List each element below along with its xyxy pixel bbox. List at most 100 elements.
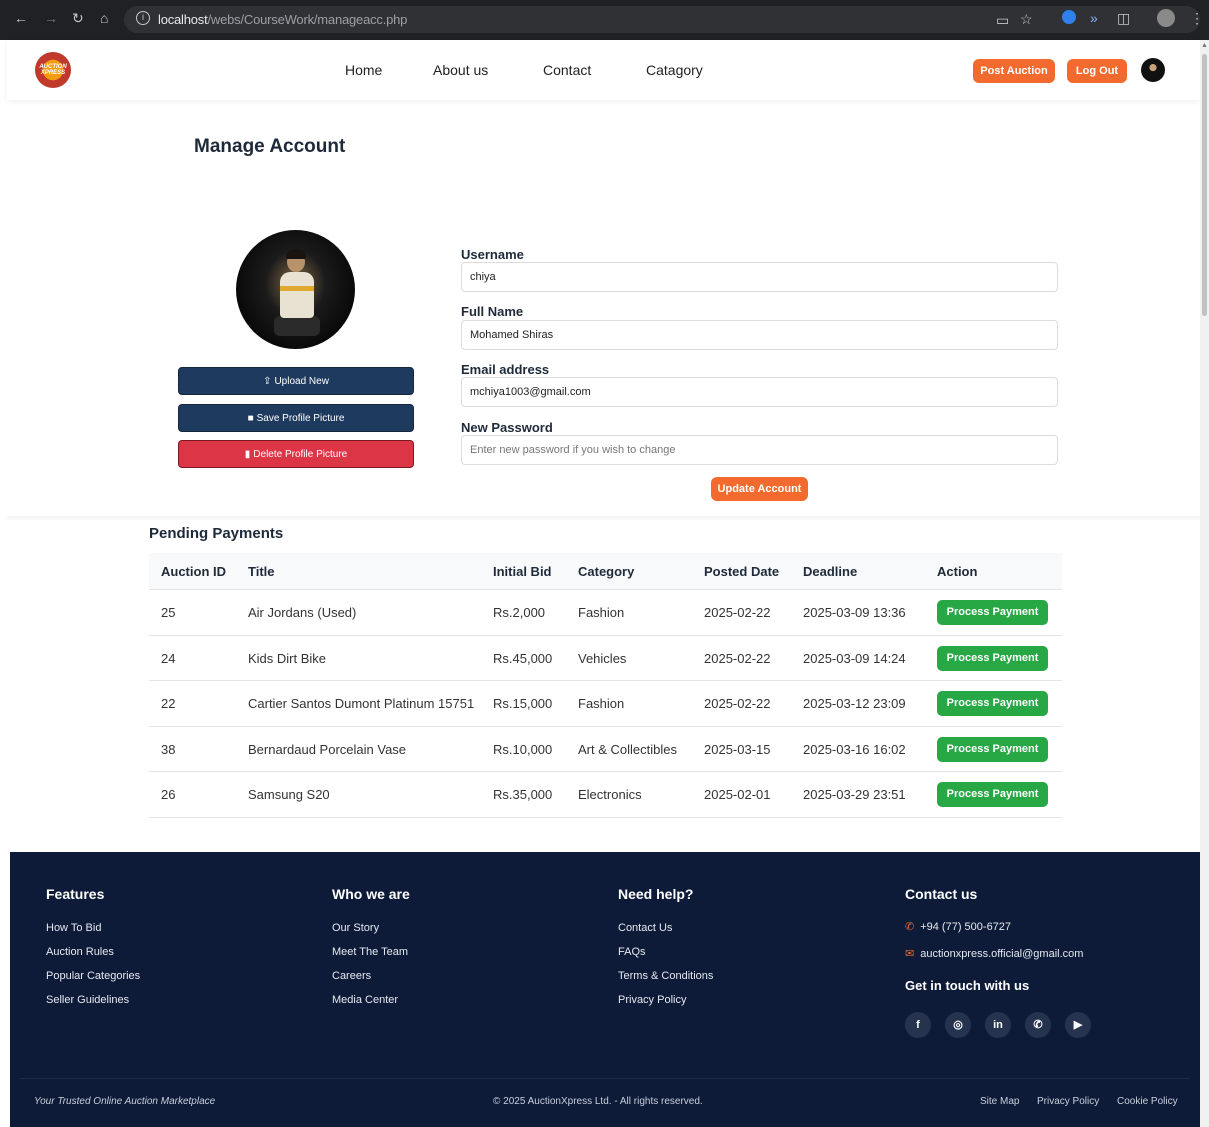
home-icon[interactable]: ⌂ bbox=[100, 10, 108, 26]
footer-help-title: Need help? bbox=[618, 886, 694, 902]
nav-catagory[interactable]: Catagory bbox=[646, 62, 703, 78]
posted-date-cell: 2025-02-22 bbox=[704, 650, 771, 666]
fullname-field[interactable] bbox=[461, 320, 1058, 350]
table-row: 22 Cartier Santos Dumont Platinum 15751 … bbox=[149, 681, 1062, 727]
scroll-up-icon[interactable]: ▲ bbox=[1201, 42, 1208, 49]
url-text: localhost/webs/CourseWork/manageacc.php bbox=[158, 12, 408, 27]
bookmark-star-icon[interactable]: ☆ bbox=[1020, 11, 1033, 28]
footer-link-our-story[interactable]: Our Story bbox=[332, 922, 379, 934]
update-account-button[interactable]: Update Account bbox=[711, 477, 808, 501]
posted-date-cell: 2025-02-01 bbox=[704, 787, 771, 802]
footer-who-title: Who we are bbox=[332, 886, 410, 902]
category-cell: Electronics bbox=[578, 787, 642, 802]
youtube-icon[interactable]: ▶ bbox=[1065, 1012, 1091, 1038]
process-payment-button[interactable]: Process Payment bbox=[937, 600, 1048, 625]
footer-link-how-to-bid[interactable]: How To Bid bbox=[46, 922, 101, 934]
column-header: Title bbox=[248, 564, 275, 579]
footer-link-careers[interactable]: Careers bbox=[332, 970, 371, 982]
table-row: 38 Bernardaud Porcelain Vase Rs.10,000 A… bbox=[149, 727, 1062, 772]
forward-icon[interactable]: → bbox=[44, 10, 58, 26]
pending-payments-title: Pending Payments bbox=[149, 525, 284, 542]
category-cell: Fashion bbox=[578, 696, 625, 711]
process-payment-button[interactable]: Process Payment bbox=[937, 736, 1048, 762]
extensions-puzzle-icon[interactable]: ◫ bbox=[1117, 10, 1130, 27]
instagram-icon[interactable]: ◎ bbox=[945, 1012, 971, 1038]
footer-link-media-center[interactable]: Media Center bbox=[332, 994, 398, 1006]
footer-link-seller-guidelines[interactable]: Seller Guidelines bbox=[46, 994, 129, 1006]
upload-icon: ⇪ bbox=[263, 376, 272, 387]
user-avatar[interactable] bbox=[1141, 58, 1165, 82]
scrollbar-thumb[interactable] bbox=[1202, 54, 1207, 316]
back-icon[interactable]: ← bbox=[14, 10, 28, 26]
nav-contact[interactable]: Contact bbox=[543, 62, 591, 78]
site-footer: Features How To Bid Auction Rules Popula… bbox=[10, 852, 1200, 1127]
reload-icon[interactable]: ↻ bbox=[72, 10, 84, 27]
profile-picture bbox=[236, 230, 355, 349]
address-bar[interactable]: i localhost/webs/CourseWork/manageacc.ph… bbox=[124, 6, 1200, 33]
upload-new-button[interactable]: ⇪ Upload New bbox=[178, 367, 414, 395]
section-divider bbox=[7, 516, 1200, 520]
footer-site-map-link[interactable]: Site Map bbox=[980, 1096, 1019, 1107]
footer-link-terms[interactable]: Terms & Conditions bbox=[618, 970, 713, 982]
process-payment-button[interactable]: Process Payment bbox=[937, 645, 1048, 671]
trash-icon: ▮ bbox=[244, 449, 251, 460]
log-out-button[interactable]: Log Out bbox=[1067, 59, 1127, 83]
process-payment-button[interactable]: Process Payment bbox=[937, 691, 1048, 716]
extension-icon[interactable] bbox=[1062, 10, 1076, 24]
nav-home[interactable]: Home bbox=[345, 62, 382, 78]
initial-bid-cell: Rs.10,000 bbox=[493, 741, 553, 757]
column-header: Initial Bid bbox=[493, 564, 552, 579]
post-auction-button[interactable]: Post Auction bbox=[973, 59, 1055, 83]
category-cell: Art & Collectibles bbox=[578, 741, 677, 757]
title-cell: Samsung S20 bbox=[248, 787, 330, 802]
footer-email[interactable]: ✉ auctionxpress.official@gmail.com bbox=[905, 947, 1083, 960]
column-header: Action bbox=[937, 564, 978, 579]
read-aloud-icon[interactable]: » bbox=[1090, 10, 1098, 26]
footer-link-contact-us[interactable]: Contact Us bbox=[618, 922, 672, 934]
auction-id-cell: 25 bbox=[161, 605, 176, 620]
deadline-cell: 2025-03-29 23:51 bbox=[803, 787, 906, 802]
footer-phone[interactable]: ✆ +94 (77) 500-6727 bbox=[905, 920, 1011, 933]
email-label: Email address bbox=[461, 362, 550, 377]
linkedin-icon[interactable]: in bbox=[985, 1012, 1011, 1038]
username-field[interactable] bbox=[461, 262, 1058, 292]
deadline-cell: 2025-03-09 13:36 bbox=[803, 605, 906, 620]
browser-menu-icon[interactable]: ⋮ bbox=[1190, 10, 1204, 27]
footer-link-privacy[interactable]: Privacy Policy bbox=[618, 994, 686, 1006]
footer-link-popular-categories[interactable]: Popular Categories bbox=[46, 970, 140, 982]
footer-divider bbox=[20, 1078, 1190, 1079]
browser-profile-avatar[interactable] bbox=[1157, 9, 1175, 27]
table-row: 26 Samsung S20 Rs.35,000 Electronics 202… bbox=[149, 772, 1062, 818]
footer-privacy-policy-link[interactable]: Privacy Policy bbox=[1037, 1096, 1099, 1107]
site-header: AUCTION XPRESS Home About us Contact Cat… bbox=[7, 40, 1200, 100]
envelope-icon: ✉ bbox=[905, 948, 915, 960]
category-cell: Fashion bbox=[578, 605, 625, 620]
column-header: Posted Date bbox=[704, 564, 780, 579]
email-field[interactable] bbox=[461, 377, 1058, 407]
save-icon: ■ bbox=[247, 413, 254, 424]
column-header: Deadline bbox=[803, 564, 858, 579]
footer-link-faqs[interactable]: FAQs bbox=[618, 946, 646, 958]
process-payment-button[interactable]: Process Payment bbox=[937, 782, 1048, 807]
posted-date-cell: 2025-02-22 bbox=[704, 696, 771, 711]
table-row: 24 Kids Dirt Bike Rs.45,000 Vehicles 202… bbox=[149, 636, 1062, 681]
site-info-icon[interactable]: i bbox=[136, 11, 150, 25]
facebook-icon[interactable]: f bbox=[905, 1012, 931, 1038]
footer-link-meet-team[interactable]: Meet The Team bbox=[332, 946, 408, 958]
site-logo[interactable]: AUCTION XPRESS bbox=[35, 52, 71, 88]
delete-profile-picture-button[interactable]: ▮ Delete Profile Picture bbox=[178, 440, 414, 468]
auction-id-cell: 38 bbox=[161, 741, 176, 757]
footer-copyright: © 2025 AuctionXpress Ltd. - All rights r… bbox=[493, 1096, 703, 1107]
nav-about-us[interactable]: About us bbox=[433, 62, 488, 78]
footer-cookie-policy-link[interactable]: Cookie Policy bbox=[1117, 1096, 1178, 1107]
reading-mode-icon[interactable]: ▭ bbox=[996, 12, 1009, 29]
new-password-field[interactable] bbox=[461, 435, 1058, 465]
save-profile-picture-button[interactable]: ■ Save Profile Picture bbox=[178, 404, 414, 432]
initial-bid-cell: Rs.45,000 bbox=[493, 650, 553, 666]
page-scrollbar[interactable]: ▲ bbox=[1200, 40, 1209, 1127]
whatsapp-icon[interactable]: ✆ bbox=[1025, 1012, 1051, 1038]
username-label: Username bbox=[461, 247, 524, 262]
deadline-cell: 2025-03-12 23:09 bbox=[803, 696, 906, 711]
footer-link-auction-rules[interactable]: Auction Rules bbox=[46, 946, 114, 958]
title-cell: Cartier Santos Dumont Platinum 15751 bbox=[248, 696, 475, 711]
